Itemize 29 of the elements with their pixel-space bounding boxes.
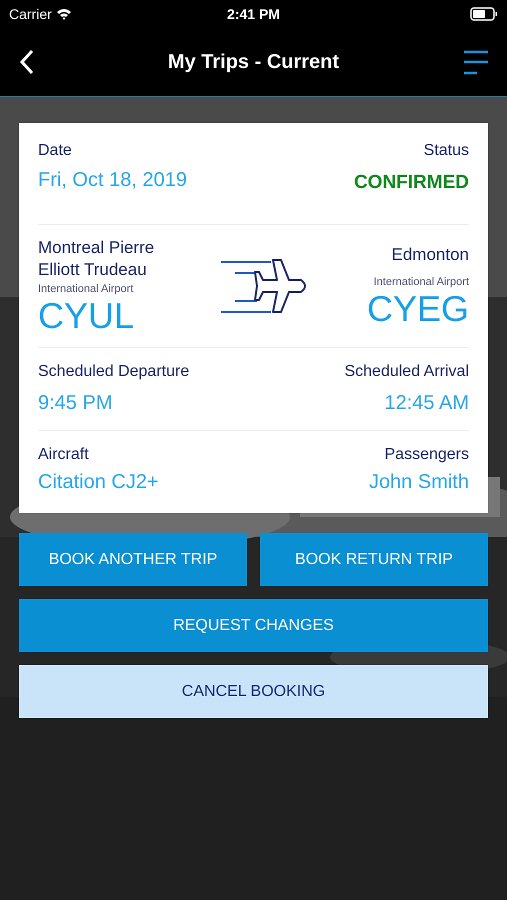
battery-icon [470,7,498,21]
date-label: Date [38,141,73,161]
wifi-icon [56,8,72,20]
aircraft-label: Aircraft [38,445,90,465]
destination-name: Edmonton [392,244,469,266]
date-value: Fri, Oct 18, 2019 [38,168,187,193]
passengers-label: Passengers [384,445,469,465]
status-value: CONFIRMED [354,171,469,195]
action-button[interactable]: REQUEST CHANGES [19,599,488,652]
action-button[interactable]: BOOK ANOTHER TRIP [19,533,247,586]
page-title: My Trips - Current [166,50,340,75]
status-label: Status [424,141,469,161]
action-button[interactable]: BOOK RETURN TRIP [260,533,488,586]
departure-label: Scheduled Departure [38,362,190,382]
menu-icon [463,49,489,75]
origin-code: CYUL [38,297,136,335]
passengers-value: John Smith [368,470,469,495]
back-icon [18,49,36,75]
clock: 2:41 PM [226,4,281,24]
origin-name: Montreal Pierre Elliott Trudeau [38,236,156,280]
arrival-time: 12:45 AM [384,391,469,416]
destination-subtitle: International Airport [374,274,469,290]
carrier-label: Carrier [9,4,52,24]
arrival-label: Scheduled Arrival [344,362,469,382]
aircraft-value: Citation CJ2+ [38,470,159,495]
destination-code: CYEG [366,290,469,328]
departure-time: 9:45 PM [38,391,114,416]
action-button[interactable]: CANCEL BOOKING [19,665,488,718]
origin-subtitle: International Airport [38,282,134,296]
